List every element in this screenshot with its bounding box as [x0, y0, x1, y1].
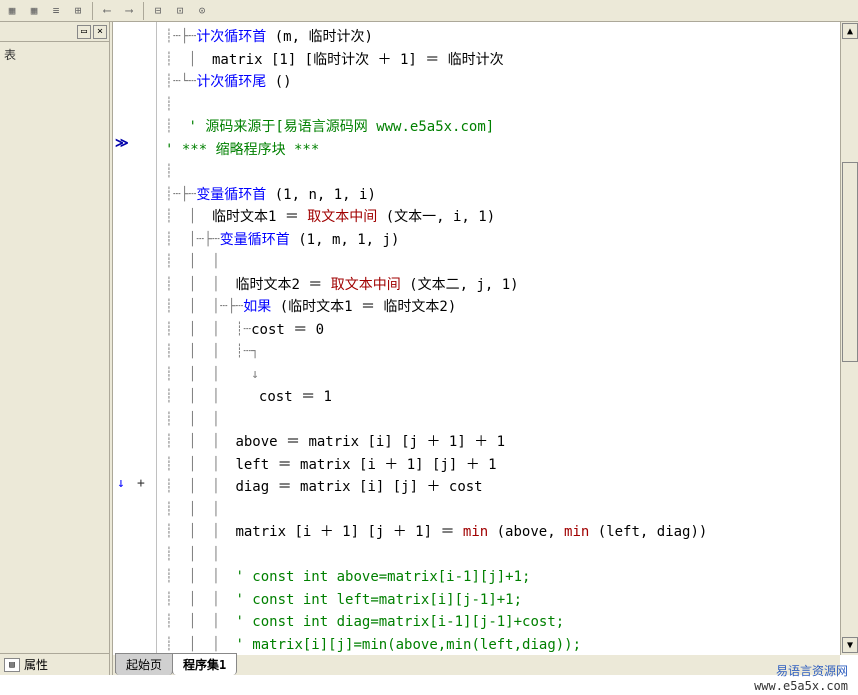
code-line[interactable]: ┊ │ │ ' const int diag=matrix[i-1][j-1]+…	[165, 611, 832, 634]
editor-tabs: 起始页程序集1	[115, 655, 236, 675]
code-line[interactable]: ┊ │ │ ┊┄cost ＝ 0	[165, 319, 832, 342]
code-line[interactable]: ┊ │ │	[165, 499, 832, 522]
fold-chevron-icon[interactable]: ≫	[115, 136, 159, 151]
gutter: ≫ ↓ +	[113, 22, 157, 655]
code-line[interactable]: ┊ ' 源码来源于[易语言源码网 www.e5a5x.com]	[165, 116, 832, 139]
code-line[interactable]: ┊ │ │ cost ＝ 1	[165, 386, 832, 409]
toolbar-separator	[143, 2, 144, 20]
code-line[interactable]: ┊ │ │ diag ＝ matrix [i] [j] ＋ cost	[165, 476, 832, 499]
code-line[interactable]: ┊ │ │ 临时文本2 ＝ 取文本中间 (文本二, j, 1)	[165, 274, 832, 297]
code-container: ≫ ↓ + ┊┄├┄计次循环首 (m, 临时计次)┊ │ matrix [1] …	[112, 22, 858, 675]
panel-header: ▭ ×	[0, 22, 109, 42]
tab-程序集1[interactable]: 程序集1	[172, 653, 237, 675]
code-line[interactable]: ┊ │ │ left ＝ matrix [i ＋ 1] [j] ＋ 1	[165, 454, 832, 477]
code-line[interactable]: ┊ │ matrix [1] [临时计次 ＋ 1] ＝ 临时计次	[165, 49, 832, 72]
property-icon: ▤	[4, 658, 20, 672]
code-line[interactable]: ┊ │ 临时文本1 ＝ 取文本中间 (文本一, i, 1)	[165, 206, 832, 229]
code-line[interactable]: ┊ │ │ ↓	[165, 364, 832, 387]
editor-area: ≫ ↓ + ┊┄├┄计次循环首 (m, 临时计次)┊ │ matrix [1] …	[110, 22, 858, 675]
tool-btn-8[interactable]: ⊡	[170, 1, 190, 21]
left-panel: ▭ × 表 ▤ 属性	[0, 22, 110, 675]
code-line[interactable]: ┊┄└┄计次循环尾 ()	[165, 71, 832, 94]
watermark-cn: 易语言资源网	[776, 664, 848, 678]
scroll-down-icon[interactable]: ▼	[842, 637, 858, 653]
code-line[interactable]: ' *** 缩略程序块 ***	[165, 139, 832, 162]
code-line[interactable]: ┊ │ │ ' const int above=matrix[i-1][j]+1…	[165, 566, 832, 589]
code-line[interactable]: ┊ │ │ ' matrix[i][j]=min(above,min(left,…	[165, 634, 832, 657]
panel-body: 表	[0, 42, 109, 67]
property-tab[interactable]: ▤ 属性	[0, 653, 109, 675]
tool-btn-2[interactable]: ▦	[24, 1, 44, 21]
panel-close-icon[interactable]: ×	[93, 25, 107, 39]
code-line[interactable]: ┊ │┄├┄变量循环首 (1, m, 1, j)	[165, 229, 832, 252]
toolbar: ▦ ▦ ≡ ⊞ ⟵ ⟶ ⊟ ⊡ ⊙	[0, 0, 858, 22]
code-line[interactable]: ┊ │ │	[165, 544, 832, 567]
tool-btn-7[interactable]: ⊟	[148, 1, 168, 21]
code-line[interactable]: ┊┄├┄计次循环首 (m, 临时计次)	[165, 26, 832, 49]
tool-btn-9[interactable]: ⊙	[192, 1, 212, 21]
code-line[interactable]: ┊ │ │	[165, 251, 832, 274]
main-area: ▭ × 表 ▤ 属性 ≫ ↓ + ┊┄├┄计次循环首 (m, 临时计次)┊ │ …	[0, 22, 858, 675]
code-line[interactable]: ┊ │ │	[165, 409, 832, 432]
vertical-scrollbar[interactable]: ▲ ▼	[840, 22, 858, 655]
toolbar-separator	[92, 2, 93, 20]
panel-minimize-icon[interactable]: ▭	[77, 25, 91, 39]
code-line[interactable]: ┊ │ │ ' const int left=matrix[i][j-1]+1;	[165, 589, 832, 612]
tool-btn-3[interactable]: ≡	[46, 1, 66, 21]
tool-btn-5[interactable]: ⟵	[97, 1, 117, 21]
tool-btn-4[interactable]: ⊞	[68, 1, 88, 21]
code-line[interactable]: ┊ │ │ ┊┄┐	[165, 341, 832, 364]
tab-起始页[interactable]: 起始页	[115, 653, 173, 675]
code-line[interactable]: ┊	[165, 94, 832, 117]
property-tab-label: 属性	[24, 656, 48, 673]
code-line[interactable]: ┊ │ │ above ＝ matrix [i] [j ＋ 1] ＋ 1	[165, 431, 832, 454]
watermark: 易语言资源网 www.e5a5x.com	[754, 662, 848, 693]
tool-btn-1[interactable]: ▦	[2, 1, 22, 21]
code-editor[interactable]: ┊┄├┄计次循环首 (m, 临时计次)┊ │ matrix [1] [临时计次 …	[157, 22, 840, 655]
code-line[interactable]: ┊ │ │┄├┄如果 (临时文本1 ＝ 临时文本2)	[165, 296, 832, 319]
watermark-url: www.e5a5x.com	[754, 679, 848, 693]
scroll-thumb[interactable]	[842, 162, 858, 362]
scroll-up-icon[interactable]: ▲	[842, 23, 858, 39]
code-line[interactable]: ┊	[165, 161, 832, 184]
code-line[interactable]: ┊┄├┄变量循环首 (1, n, 1, i)	[165, 184, 832, 207]
panel-hint: 表	[4, 48, 16, 62]
tool-btn-6[interactable]: ⟶	[119, 1, 139, 21]
code-line[interactable]: ┊ │ │ matrix [i ＋ 1] [j ＋ 1] ＝ min (abov…	[165, 521, 832, 544]
